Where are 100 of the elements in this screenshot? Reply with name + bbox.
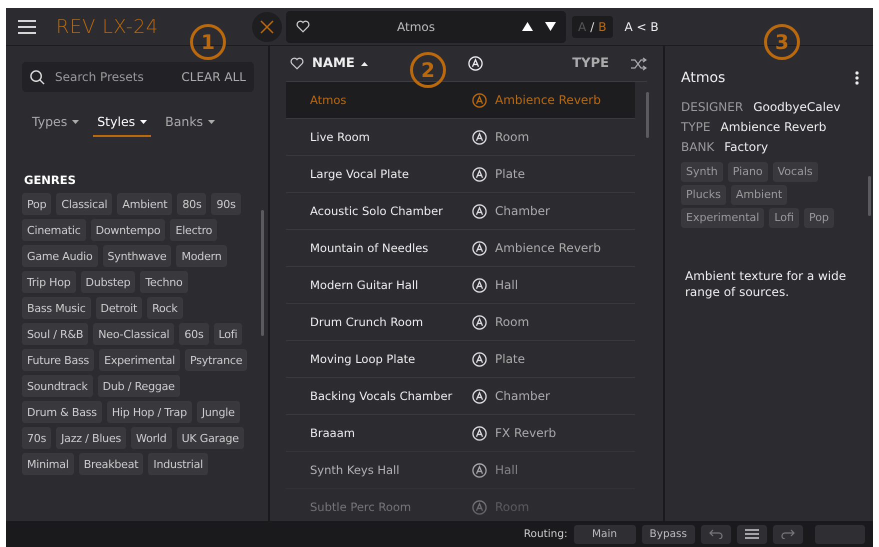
genre-chip[interactable]: Industrial bbox=[148, 453, 208, 475]
tag: Ambient bbox=[730, 185, 788, 205]
preset-description: Ambient texture for a wide range of sources. bbox=[685, 268, 848, 300]
preset-row[interactable]: Modern Guitar Hall Hall bbox=[286, 267, 635, 304]
preset-row[interactable]: Drum Crunch Room Room bbox=[286, 304, 635, 341]
close-icon bbox=[259, 18, 275, 34]
genre-chip[interactable]: Game Audio bbox=[22, 245, 98, 267]
genre-chip[interactable]: Jungle bbox=[196, 401, 240, 423]
genre-chip[interactable]: 60s bbox=[179, 323, 208, 345]
letter-a-icon bbox=[472, 426, 487, 440]
genre-chip[interactable]: Dub / Reggae bbox=[98, 375, 180, 397]
previous-icon[interactable] bbox=[522, 22, 533, 31]
genre-chip[interactable]: Lofi bbox=[214, 323, 242, 345]
genre-chip[interactable]: Dubstep bbox=[80, 271, 136, 293]
search-icon bbox=[30, 70, 45, 84]
next-icon[interactable] bbox=[545, 22, 556, 31]
tag: Vocals bbox=[772, 162, 818, 182]
tag: Lofi bbox=[769, 208, 799, 228]
genre-chip[interactable]: World bbox=[131, 427, 172, 449]
preset-bar[interactable]: Atmos bbox=[286, 10, 566, 42]
genre-chip[interactable]: Future Bass bbox=[22, 349, 94, 371]
preset-row[interactable]: Acoustic Solo Chamber Chamber bbox=[286, 193, 635, 230]
ab-option[interactable]: B bbox=[598, 20, 606, 34]
genre-chip[interactable]: UK Garage bbox=[176, 427, 244, 449]
genre-chip[interactable]: Detroit bbox=[96, 297, 142, 319]
genre-chip[interactable]: Ambient bbox=[117, 193, 172, 215]
scrollbar[interactable] bbox=[868, 176, 871, 216]
scrollbar[interactable] bbox=[646, 92, 649, 138]
genre-chip[interactable]: 90s bbox=[211, 193, 241, 215]
genre-chip[interactable]: 70s bbox=[22, 427, 52, 449]
genre-chip[interactable]: Minimal bbox=[22, 453, 74, 475]
field-value: GoodbyeCalev bbox=[753, 100, 840, 114]
letter-a-icon bbox=[472, 130, 487, 144]
shuffle-icon[interactable] bbox=[631, 56, 647, 70]
clear-all-button[interactable]: CLEAR ALL bbox=[181, 70, 246, 84]
field-label: TYPE bbox=[681, 120, 710, 134]
filter-tab[interactable]: Types bbox=[28, 112, 84, 137]
preset-row[interactable]: Braaam FX Reverb bbox=[286, 415, 635, 452]
genre-chip[interactable]: Trip Hop bbox=[22, 271, 76, 293]
close-button[interactable] bbox=[252, 12, 282, 42]
field-label: BANK bbox=[681, 140, 714, 154]
genre-chip[interactable]: Classical bbox=[56, 193, 112, 215]
genre-chip[interactable]: Psytrance bbox=[185, 349, 248, 371]
bypass-button[interactable]: Bypass bbox=[642, 524, 695, 544]
preset-row[interactable]: Moving Loop Plate Plate bbox=[286, 341, 635, 378]
preset-row[interactable]: Live Room Room bbox=[286, 119, 635, 156]
tag: Pop bbox=[804, 208, 834, 228]
tag: Piano bbox=[728, 162, 768, 182]
menu-button[interactable] bbox=[737, 524, 767, 544]
tag: Plucks bbox=[681, 185, 726, 205]
heart-icon[interactable] bbox=[296, 20, 310, 33]
genre-chip[interactable]: 80s bbox=[177, 193, 206, 215]
genre-chip[interactable]: Electro bbox=[170, 219, 218, 241]
more-icon[interactable] bbox=[855, 71, 859, 85]
menu-icon[interactable] bbox=[18, 20, 36, 34]
genre-chip[interactable]: Neo-Classical bbox=[93, 323, 174, 345]
genre-chip[interactable]: Hip Hop / Trap bbox=[106, 401, 192, 423]
genre-chip[interactable]: Techno bbox=[140, 271, 188, 293]
letter-a-icon bbox=[472, 278, 487, 292]
genre-chip[interactable]: Synthwave bbox=[102, 245, 172, 267]
field-label: DESIGNER bbox=[681, 100, 744, 114]
preset-row[interactable]: Mountain of Needles Ambience Reverb bbox=[286, 230, 635, 267]
caret-icon bbox=[140, 120, 148, 124]
ab-separator: / bbox=[590, 20, 594, 34]
copy-button[interactable]: A < B bbox=[618, 18, 665, 34]
search-field[interactable]: Search Presets CLEAR ALL bbox=[22, 62, 254, 92]
heart-icon[interactable] bbox=[290, 57, 304, 70]
letter-a-icon bbox=[472, 500, 487, 514]
preset-row[interactable]: Synth Keys Hall Hall bbox=[286, 452, 635, 489]
callout-number: 1 bbox=[190, 24, 226, 60]
genre-chip[interactable]: Bass Music bbox=[22, 297, 91, 319]
letter-a-icon bbox=[472, 352, 487, 366]
genre-chip[interactable]: Soul / R&B bbox=[22, 323, 88, 345]
scrollbar[interactable] bbox=[261, 210, 264, 336]
genre-chip[interactable]: Soundtrack bbox=[22, 375, 93, 397]
genre-chip[interactable]: Experimental bbox=[99, 349, 180, 371]
redo-icon bbox=[781, 529, 795, 539]
genre-chip[interactable]: Pop bbox=[22, 193, 52, 215]
genre-chip[interactable]: Breakbeat bbox=[78, 453, 144, 475]
preset-row[interactable]: Large Vocal Plate Plate bbox=[286, 156, 635, 193]
genre-chip[interactable]: Modern bbox=[176, 245, 227, 267]
preset-row[interactable]: Atmos Ambience Reverb bbox=[286, 82, 635, 119]
genre-chip[interactable]: Cinematic bbox=[22, 219, 86, 241]
menu-icon bbox=[745, 529, 759, 539]
undo-button[interactable] bbox=[701, 524, 731, 544]
callout-number: 2 bbox=[410, 52, 446, 88]
routing-label: Routing: bbox=[524, 528, 568, 540]
genre-chip[interactable]: Downtempo bbox=[90, 219, 166, 241]
genre-chip[interactable]: Jazz / Blues bbox=[56, 427, 126, 449]
routing-button[interactable]: Main bbox=[574, 524, 636, 544]
redo-button[interactable] bbox=[773, 524, 803, 544]
section-heading: GENRES bbox=[24, 173, 77, 187]
preset-row[interactable]: Backing Vocals Chamber Chamber bbox=[286, 378, 635, 415]
name-column-header[interactable]: NAME bbox=[312, 56, 355, 71]
genre-chip[interactable]: Drum & Bass bbox=[22, 401, 102, 423]
filter-tab[interactable]: Styles bbox=[93, 112, 152, 137]
tag: Experimental bbox=[681, 208, 764, 228]
filter-tab[interactable]: Banks bbox=[161, 112, 220, 137]
genre-chip[interactable]: Rock bbox=[147, 297, 183, 319]
type-column-header[interactable]: TYPE bbox=[572, 56, 609, 71]
